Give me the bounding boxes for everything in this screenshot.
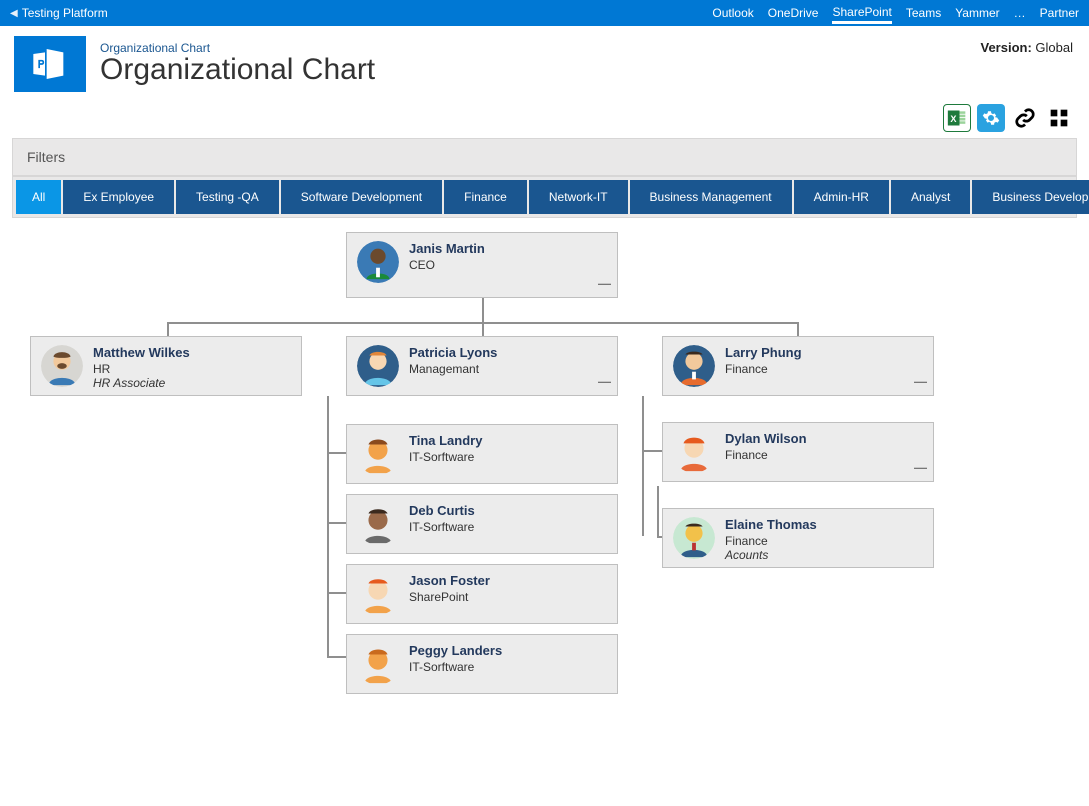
card-name: Larry Phung	[725, 345, 802, 360]
suite-link-teams[interactable]: Teams	[906, 6, 941, 20]
card-matthew[interactable]: Matthew Wilkes HR HR Associate	[30, 336, 302, 396]
filters-label: Filters	[13, 139, 1076, 175]
sharepoint-logo[interactable]	[14, 36, 86, 92]
collapse-toggle[interactable]: —	[598, 374, 609, 389]
version-label-group: Version: Global	[981, 40, 1074, 55]
version-value: Global	[1035, 40, 1073, 55]
tab-all[interactable]: All	[16, 180, 61, 214]
svg-text:X: X	[950, 114, 957, 124]
connector	[657, 486, 659, 536]
avatar-icon	[357, 643, 399, 685]
connector	[642, 450, 662, 452]
card-peggy[interactable]: Peggy Landers IT-Sorftware	[346, 634, 618, 694]
back-caret-icon: ◀	[10, 8, 18, 19]
card-dept: SharePoint	[409, 590, 490, 604]
connector	[327, 396, 329, 656]
grid-view-button[interactable]	[1045, 104, 1073, 132]
version-label: Version:	[981, 40, 1032, 55]
suite-link-yammer[interactable]: Yammer	[955, 6, 999, 20]
avatar-icon	[357, 433, 399, 475]
page-header: Organizational Chart Organizational Char…	[0, 26, 1089, 96]
card-name: Deb Curtis	[409, 503, 475, 518]
tab-biz-dev[interactable]: Business Development	[972, 180, 1089, 214]
tab-biz-mgmt[interactable]: Business Management	[630, 180, 792, 214]
tab-finance[interactable]: Finance	[444, 180, 527, 214]
card-name: Dylan Wilson	[725, 431, 807, 446]
card-name: Tina Landry	[409, 433, 482, 448]
tab-testing-qa[interactable]: Testing -QA	[176, 180, 279, 214]
avatar-icon	[357, 573, 399, 615]
connector	[327, 522, 347, 524]
collapse-toggle[interactable]: —	[914, 374, 925, 389]
card-dept: IT-Sorftware	[409, 450, 482, 464]
card-elaine[interactable]: Elaine Thomas Finance Acounts	[662, 508, 934, 568]
suite-link-sharepoint[interactable]: SharePoint	[832, 5, 891, 24]
connector	[327, 656, 347, 658]
connector	[642, 396, 644, 536]
avatar-icon	[41, 345, 83, 387]
card-name: Janis Martin	[409, 241, 485, 256]
card-name: Matthew Wilkes	[93, 345, 190, 360]
connector	[327, 592, 347, 594]
card-dept: Managemant	[409, 362, 497, 376]
suite-bar: ◀ Testing Platform Outlook OneDrive Shar…	[0, 0, 1089, 26]
connector	[327, 452, 347, 454]
tab-analyst[interactable]: Analyst	[891, 180, 970, 214]
connector	[797, 322, 799, 336]
avatar-icon	[357, 241, 399, 283]
connector	[482, 322, 484, 336]
collapse-toggle[interactable]: —	[598, 276, 609, 291]
card-name: Patricia Lyons	[409, 345, 497, 360]
card-tina[interactable]: Tina Landry IT-Sorftware	[346, 424, 618, 484]
tab-network-it[interactable]: Network-IT	[529, 180, 628, 214]
card-name: Elaine Thomas	[725, 517, 817, 532]
card-dept: Finance	[725, 534, 817, 548]
suite-link-onedrive[interactable]: OneDrive	[768, 6, 819, 20]
action-toolbar: X	[0, 96, 1089, 138]
suite-links: Outlook OneDrive SharePoint Teams Yammer…	[712, 5, 1079, 21]
export-excel-button[interactable]: X	[943, 104, 971, 132]
tab-software-dev[interactable]: Software Development	[281, 180, 442, 214]
avatar-icon	[673, 345, 715, 387]
avatar-icon	[357, 345, 399, 387]
card-larry[interactable]: Larry Phung Finance —	[662, 336, 934, 396]
avatar-icon	[357, 503, 399, 545]
card-role: Acounts	[725, 548, 817, 562]
suite-left[interactable]: ◀ Testing Platform	[10, 6, 108, 20]
avatar-icon	[673, 517, 715, 559]
avatar-icon	[673, 431, 715, 473]
share-link-button[interactable]	[1011, 104, 1039, 132]
card-dept: Finance	[725, 362, 802, 376]
card-dept: IT-Sorftware	[409, 520, 475, 534]
card-name: Peggy Landers	[409, 643, 502, 658]
card-dept: HR	[93, 362, 190, 376]
card-dept: IT-Sorftware	[409, 660, 502, 674]
card-dept: CEO	[409, 258, 485, 272]
card-dylan[interactable]: Dylan Wilson Finance —	[662, 422, 934, 482]
card-jason[interactable]: Jason Foster SharePoint	[346, 564, 618, 624]
card-patricia[interactable]: Patricia Lyons Managemant —	[346, 336, 618, 396]
card-dept: Finance	[725, 448, 807, 462]
filters-panel: Filters	[12, 138, 1077, 176]
card-ceo[interactable]: Janis Martin CEO —	[346, 232, 618, 298]
suite-link-partner[interactable]: Partner	[1040, 6, 1079, 20]
card-deb[interactable]: Deb Curtis IT-Sorftware	[346, 494, 618, 554]
org-chart: Janis Martin CEO — Matthew Wilkes HR HR …	[12, 232, 1077, 732]
card-name: Jason Foster	[409, 573, 490, 588]
platform-name: Testing Platform	[22, 6, 108, 20]
tab-ex-employee[interactable]: Ex Employee	[63, 180, 174, 214]
tab-admin-hr[interactable]: Admin-HR	[794, 180, 889, 214]
filter-tabs: All Ex Employee Testing -QA Software Dev…	[12, 176, 1077, 218]
page-title: Organizational Chart	[100, 53, 375, 87]
connector	[482, 298, 484, 322]
settings-button[interactable]	[977, 104, 1005, 132]
suite-link-outlook[interactable]: Outlook	[712, 6, 753, 20]
suite-more-icon[interactable]: …	[1014, 6, 1026, 20]
collapse-toggle[interactable]: —	[914, 460, 925, 475]
connector	[167, 322, 169, 336]
card-role: HR Associate	[93, 376, 190, 390]
